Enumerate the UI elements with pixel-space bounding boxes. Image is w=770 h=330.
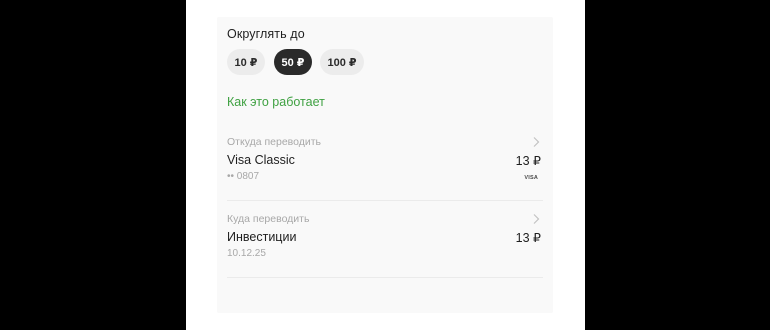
- rounding-option-50[interactable]: 50 ₽: [274, 49, 312, 75]
- divider: [227, 200, 543, 201]
- rounding-option-10[interactable]: 10 ₽: [227, 49, 265, 75]
- rounding-label: Округлять до: [227, 27, 305, 41]
- from-card-number: •• 0807: [227, 171, 260, 182]
- chevron-right-icon: [533, 137, 540, 147]
- to-caption: Куда переводить: [227, 213, 310, 225]
- to-account-row[interactable]: Куда переводить Инвестиции 13 ₽ 10.12.25: [217, 208, 553, 280]
- rounding-option-100[interactable]: 100 ₽: [320, 49, 364, 75]
- from-amount: 13 ₽: [515, 154, 541, 168]
- phone-screen: Округлять до 10 ₽ 50 ₽ 100 ₽ Как это раб…: [217, 17, 553, 313]
- how-it-works-link[interactable]: Как это работает: [227, 95, 325, 109]
- to-amount: 13 ₽: [515, 231, 541, 245]
- visa-logo: VISA: [524, 175, 538, 181]
- to-date: 10.12.25: [227, 248, 266, 259]
- divider: [227, 277, 543, 278]
- from-account-row[interactable]: Откуда переводить Visa Classic 13 ₽ •• 0…: [217, 131, 553, 203]
- from-card-name: Visa Classic: [227, 153, 295, 167]
- chevron-right-icon: [533, 214, 540, 224]
- from-caption: Откуда переводить: [227, 136, 322, 148]
- to-account-name: Инвестиции: [227, 230, 297, 244]
